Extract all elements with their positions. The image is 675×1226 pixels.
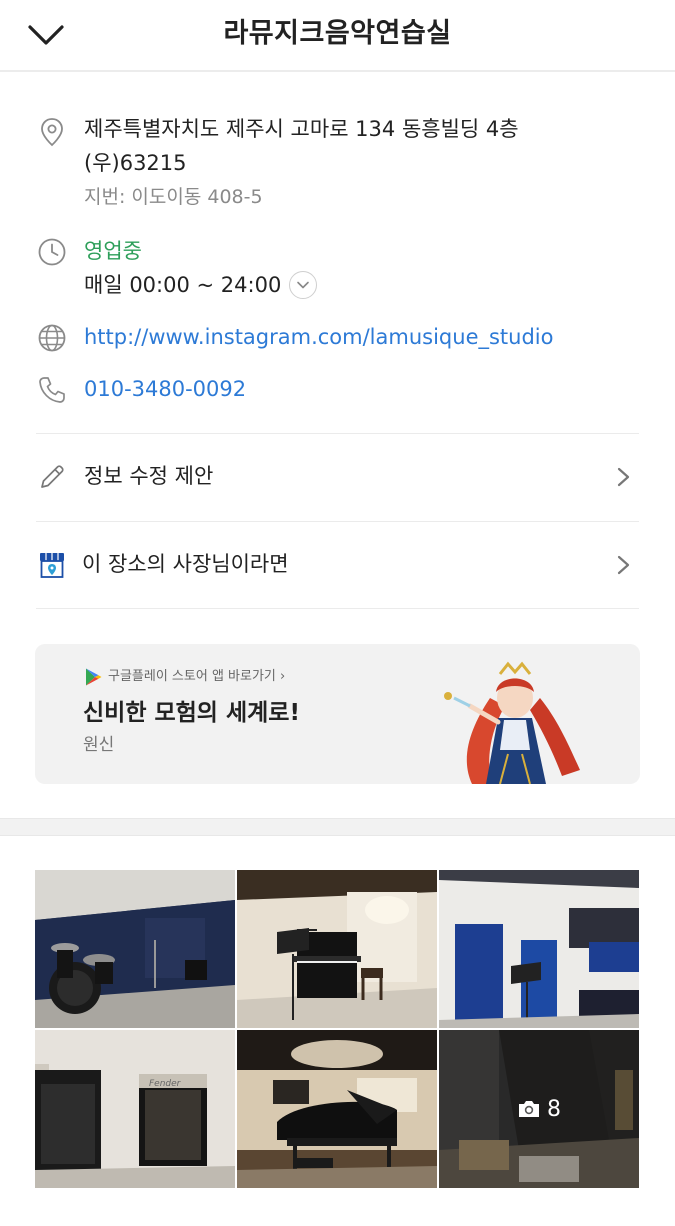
more-photos-overlay: 8 [439,1030,639,1188]
hours-expand-button[interactable] [289,271,318,299]
store-link[interactable]: 구글플레이 스토어 앱 바로가기 › [108,668,285,686]
hours-row: 매일 00:00 ~ 24:00 [84,268,639,302]
owner-label: 이 장소의 사장님이라면 [82,552,289,576]
google-play-icon [86,668,102,686]
map-pin-icon [41,118,63,147]
ad-brand: 원신 [83,735,115,755]
photo-grid: Fender 8 [35,870,640,1188]
website-section: http://www.instagram.com/lamusique_studi… [0,320,675,360]
divider [36,608,639,609]
suggest-edit-row[interactable]: 정보 수정 제안 [0,434,675,520]
photo-thumbnail[interactable] [35,870,235,1028]
svg-text:Fender: Fender [149,1079,182,1089]
globe-icon [38,324,66,352]
address-text: 제주특별자치도 제주시 고마로 134 동흥빌딩 4층 [84,117,519,141]
postal-code: (우)63215 [84,151,187,175]
owner-row[interactable]: 이 장소의 사장님이라면 [0,522,675,608]
chevron-right-icon [617,467,630,487]
lot-address: 지번: 이도이동 408-5 [84,186,263,208]
ad-banner[interactable]: 구글플레이 스토어 앱 바로가기 › 신비한 모험의 세계로! 원신 [35,644,640,784]
website-link[interactable]: http://www.instagram.com/lamusique_studi… [84,325,554,349]
more-photos-count: 8 [547,1096,561,1122]
top-bar: 라뮤지크음악연습실 [0,0,675,72]
store-icon [40,553,64,578]
phone-section: 010-3480-0092 [0,372,675,412]
hours-section: 영업중 매일 00:00 ~ 24:00 [0,234,675,306]
chevron-right-icon [617,555,630,575]
clock-icon [38,238,66,266]
suggest-edit-label: 정보 수정 제안 [84,464,214,488]
pencil-icon [41,465,64,488]
ad-character-image [444,661,580,784]
phone-link[interactable]: 010-3480-0092 [84,377,246,401]
photo-thumbnail-more[interactable]: 8 [439,1030,639,1188]
photo-thumbnail[interactable] [439,870,639,1028]
ad-headline: 신비한 모험의 세계로! [83,700,300,726]
page-title: 라뮤지크음악연습실 [223,18,452,49]
photo-thumbnail[interactable]: Fender [35,1030,235,1188]
phone-icon [39,377,65,403]
open-status: 영업중 [84,239,142,263]
chevron-down-icon [297,281,310,289]
hours-text: 매일 00:00 ~ 24:00 [84,273,282,297]
photo-thumbnail[interactable] [237,870,437,1028]
address-section: 제주특별자치도 제주시 고마로 134 동흥빌딩 4층 (우)63215 지번:… [0,112,675,220]
photo-thumbnail[interactable] [237,1030,437,1188]
camera-icon [519,1101,539,1117]
section-separator [0,818,675,836]
